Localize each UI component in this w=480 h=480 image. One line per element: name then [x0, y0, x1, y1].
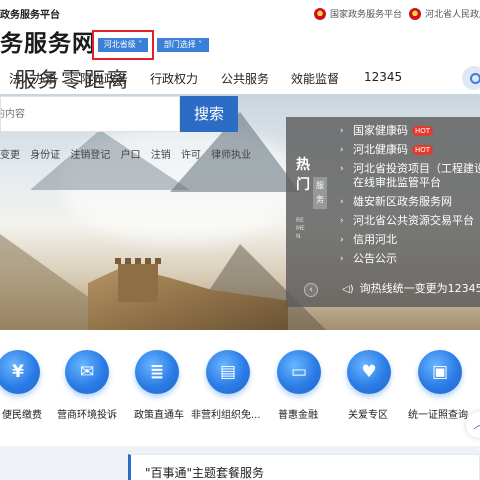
hot-word-link[interactable]: 律师执业 [211, 150, 251, 161]
national-platform-label: 国家政务服务平台 [330, 10, 403, 20]
nav-search-icon[interactable] [462, 66, 480, 90]
chevron-right-icon: › [340, 216, 344, 226]
service-icons-row: ¥ 便民缴费 ✉ 营商环境投诉 ≣ 政策直通车 ▤ 非营利组织免... ▭ 普惠… [0, 340, 480, 440]
chevron-right-icon: › [340, 254, 344, 264]
nonprofit-icon[interactable]: ▤ [206, 350, 250, 394]
hot-item-public-resource[interactable]: › 河北省公共资源交易平台 [340, 214, 480, 228]
hot-item-hebei-health-code[interactable]: › 河北健康码 HOT [340, 143, 480, 157]
hot-item-national-health-code[interactable]: › 国家健康码 HOT [340, 124, 480, 138]
complaint-icon[interactable]: ✉ [65, 350, 109, 394]
care-glyph: ♥ [361, 362, 377, 382]
portal-subtitle: 政务服务平台 [0, 10, 60, 21]
hebei-government-label: 河北省人民政府 [425, 10, 480, 20]
nonprofit-glyph: ▤ [219, 362, 237, 382]
chevron-right-icon: › [340, 145, 344, 155]
chevron-left-icon[interactable]: ‹ [304, 283, 318, 297]
policy-icon[interactable]: ≣ [135, 350, 179, 394]
service-label[interactable]: 政策直通车 [134, 406, 184, 421]
hot-badge: HOT [412, 145, 434, 155]
search-input[interactable] [1, 97, 179, 131]
nav-item-efficiency-supervision[interactable]: 效能监督 [291, 70, 339, 87]
service-label[interactable]: 便民缴费 [2, 406, 42, 421]
hot-service-label: 服务 [313, 177, 327, 209]
hot-english-label: REMEN [296, 217, 305, 240]
hot-panel-title: 热门 [296, 155, 312, 195]
banner-slogan: 服务零距离 [15, 68, 130, 92]
search-box [0, 96, 180, 132]
hot-word-link[interactable]: 变更 [0, 150, 20, 161]
hot-word-link[interactable]: 户口 [121, 150, 141, 161]
hot-title-char: 门 [296, 177, 310, 193]
dept-select-label: 部门选择 [163, 40, 196, 49]
chevron-right-icon: › [340, 197, 344, 207]
site-header: 政务服务平台 务服务网 河北省级 ˅ 部门选择 ˅ 国家政务服务平台 河北省人民… [0, 0, 480, 62]
policy-glyph: ≣ [149, 362, 165, 382]
hot-search-words: 变更 身份证 注销登记 户口 注销 许可 律师执业 [0, 146, 256, 161]
national-emblem-icon [409, 7, 421, 20]
chevron-right-icon: › [340, 126, 344, 136]
hot-item-label: 雄安新区政务服务网 [353, 195, 452, 208]
hot-item-announcement[interactable]: › 公告公示 [340, 252, 480, 266]
hot-word-link[interactable]: 注销 [151, 150, 171, 161]
search-button[interactable]: 搜索 [180, 96, 238, 132]
national-platform-link[interactable]: 国家政务服务平台 [314, 7, 402, 20]
chevron-right-icon: › [340, 164, 344, 174]
region-select-label: 河北省级 [103, 40, 136, 49]
dept-select-button[interactable]: 部门选择 ˅ [157, 38, 209, 52]
hot-item-label: 河北省公共资源交易平台 [353, 214, 474, 227]
hot-word-link[interactable]: 身份证 [30, 150, 60, 161]
hot-item-credit-hebei[interactable]: › 信用河北 [340, 233, 480, 247]
service-label[interactable]: 营商环境投诉 [57, 406, 117, 421]
hot-word-link[interactable]: 许可 [181, 150, 201, 161]
portal-title[interactable]: 务服务网 [0, 30, 96, 58]
hot-item-label: 国家健康码 [353, 124, 408, 137]
hot-title-char: 热 [296, 157, 310, 173]
hotline-notice-text: 询热线统一变更为12345 [359, 282, 480, 295]
service-label[interactable]: 统一证照查询 [408, 406, 468, 421]
payment-icon[interactable]: ¥ [0, 350, 40, 394]
complaint-glyph: ✉ [79, 362, 95, 382]
hot-item-investment-project[interactable]: › 河北省投资项目（工程建设在线审批监管平台 [340, 162, 480, 190]
national-emblem-icon [314, 7, 326, 20]
service-label[interactable]: 普惠金融 [278, 406, 318, 421]
care-icon[interactable]: ♥ [347, 350, 391, 394]
finance-glyph: ▭ [290, 362, 308, 382]
hot-badge: HOT [412, 126, 434, 136]
hotline-notice[interactable]: ◁) 询热线统一变更为12345 [342, 280, 480, 296]
watchtower-image [115, 258, 161, 302]
hot-item-label: 河北健康码 [353, 143, 408, 156]
service-label[interactable]: 非营利组织免... [191, 406, 261, 421]
hebei-government-link[interactable]: 河北省人民政府 [409, 7, 480, 20]
chevron-right-icon: › [340, 235, 344, 245]
finance-icon[interactable]: ▭ [277, 350, 321, 394]
certificate-icon[interactable]: ▣ [418, 350, 462, 394]
nav-item-administrative-power[interactable]: 行政权力 [150, 70, 198, 87]
service-label[interactable]: 关爱专区 [348, 406, 388, 421]
region-select-button[interactable]: 河北省级 ˅ [98, 38, 148, 52]
hot-item-label: 河北省投资项目（工程建设在线审批监管平台 [353, 162, 480, 189]
speaker-icon: ◁) [342, 284, 354, 295]
payment-glyph: ¥ [12, 362, 24, 382]
hot-item-label: 公告公示 [353, 252, 397, 265]
hot-word-link[interactable]: 注销登记 [70, 150, 110, 161]
nav-item-12345[interactable]: 12345 [364, 70, 402, 84]
hot-item-label: 信用河北 [353, 233, 397, 246]
nav-item-public-service[interactable]: 公共服务 [221, 70, 269, 87]
hot-item-xiongan[interactable]: › 雄安新区政务服务网 [340, 195, 480, 209]
hot-services-list: › 国家健康码 HOT › 河北健康码 HOT › 河北省投资项目（工程建设在线审批监管平… [340, 124, 480, 271]
bundle-service-title: "百事通"主题套餐服务 [145, 466, 265, 480]
certificate-glyph: ▣ [431, 362, 449, 382]
